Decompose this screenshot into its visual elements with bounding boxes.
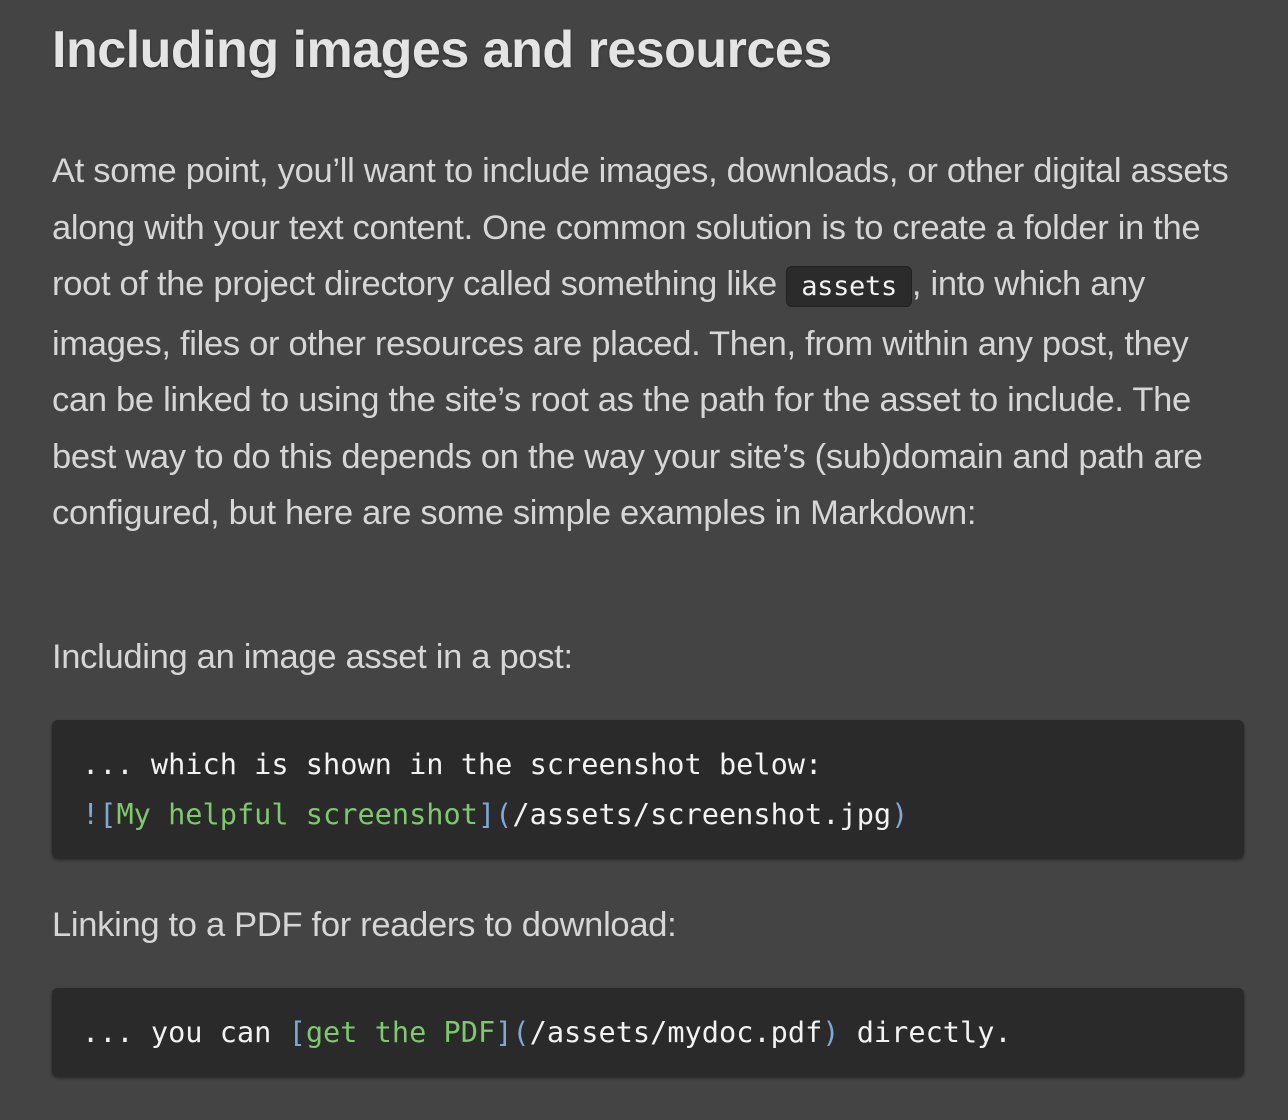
code-token: ... you can bbox=[82, 1015, 289, 1049]
code-token: ] bbox=[477, 797, 496, 831]
example-image-label: Including an image asset in a post: bbox=[52, 638, 573, 676]
code-token: directly. bbox=[839, 1015, 1012, 1049]
code-token: [ bbox=[288, 1015, 306, 1049]
intro-paragraph: At some point, you’ll want to include im… bbox=[52, 143, 1244, 542]
code-block-image: ... which is shown in the screenshot bel… bbox=[52, 720, 1244, 858]
example-pdf-label: Linking to a PDF for readers to download… bbox=[52, 906, 677, 944]
code-block-pdf: ... you can [get the PDF](/assets/mydoc.… bbox=[52, 988, 1244, 1076]
code-link-text: get the PDF bbox=[305, 1015, 496, 1049]
code-token: ! bbox=[82, 797, 100, 831]
code-line: ... which is shown in the screenshot bel… bbox=[82, 747, 823, 781]
intro-text-after: , into which any images, files or other … bbox=[52, 265, 1203, 532]
section-heading: Including images and resources bbox=[52, 21, 832, 79]
code-token: ( bbox=[512, 1015, 530, 1049]
code-token: ) bbox=[822, 1015, 840, 1049]
code-link-text: My helpful screenshot bbox=[116, 797, 478, 831]
inline-code: assets bbox=[786, 266, 912, 307]
code-token: ] bbox=[495, 1015, 513, 1049]
code-url: /assets/mydoc.pdf bbox=[529, 1015, 823, 1049]
code-token: [ bbox=[99, 797, 117, 831]
code-token: ( bbox=[495, 797, 513, 831]
code-url: /assets/screenshot.jpg bbox=[512, 797, 892, 831]
code-token: ) bbox=[891, 797, 909, 831]
